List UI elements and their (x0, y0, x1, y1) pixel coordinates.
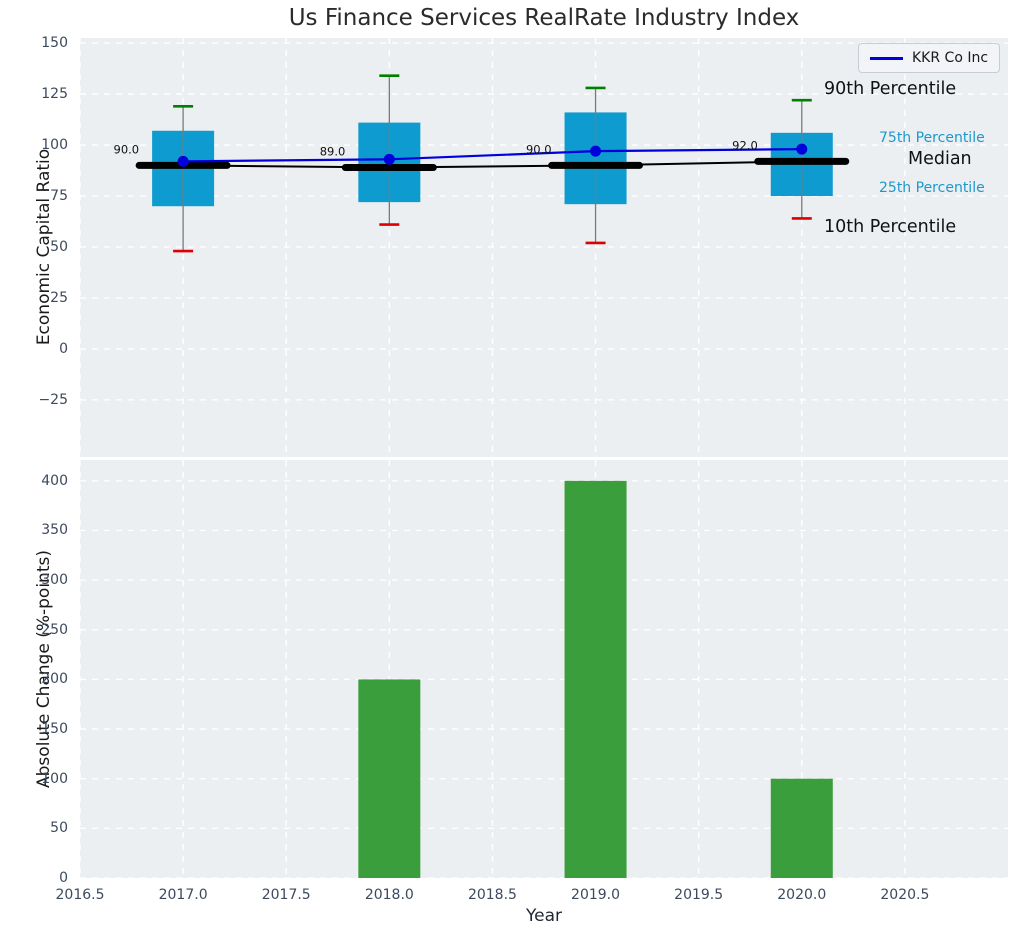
x-tick-label: 2017.0 (145, 886, 221, 904)
y-tick-label: −25 (2, 391, 68, 409)
legend-line-sample (870, 57, 903, 60)
kkr-marker (590, 146, 601, 157)
y-tick-label: 150 (2, 34, 68, 52)
change-bar (358, 679, 420, 878)
y-tick-label: 200 (2, 670, 68, 688)
median-value-annotation: 90.0 (526, 142, 552, 156)
x-tick-label: 2018.5 (454, 886, 530, 904)
kkr-marker (384, 154, 395, 165)
x-tick-label: 2018.0 (351, 886, 427, 904)
top-axes-boxplot-chart: 90.0 89.0 90.0 92.0 KKR Co Inc 90th Percent… (80, 38, 1008, 457)
y-tick-label: 100 (2, 770, 68, 788)
x-tick-label: 2020.0 (764, 886, 840, 904)
y-tick-label: 75 (2, 187, 68, 205)
change-bar (771, 779, 833, 878)
y-tick-label: 100 (2, 136, 68, 154)
label-90th-percentile: 90th Percentile (824, 79, 956, 99)
bottom-axes-bar-chart (80, 460, 1008, 878)
y-tick-label: 350 (2, 521, 68, 539)
boxplot-chart-canvas: 90.0 89.0 90.0 92.0 (80, 38, 1008, 457)
x-tick-label: 2019.5 (661, 886, 737, 904)
x-axis-label: Year (80, 906, 1008, 926)
x-tick-label: 2016.5 (42, 886, 118, 904)
y-tick-label: 250 (2, 621, 68, 639)
median-value-annotation: 90.0 (114, 142, 140, 156)
y-tick-label: 50 (2, 238, 68, 256)
y-tick-label: 50 (2, 819, 68, 837)
median-value-annotation: 92.0 (732, 138, 758, 152)
y-tick-label: 300 (2, 571, 68, 589)
change-bar (565, 481, 627, 878)
bar-chart-canvas (80, 460, 1008, 878)
y-tick-label: 125 (2, 85, 68, 103)
y-tick-label: 25 (2, 289, 68, 307)
label-10th-percentile: 10th Percentile (824, 217, 956, 237)
chart-title: Us Finance Services RealRate Industry In… (80, 5, 1008, 31)
kkr-marker (178, 156, 189, 167)
legend: KKR Co Inc (858, 43, 1000, 73)
median-value-annotation: 89.0 (320, 144, 346, 158)
y-tick-label: 400 (2, 472, 68, 490)
label-75th-percentile: 75th Percentile (879, 130, 985, 146)
legend-label: KKR Co Inc (912, 50, 988, 66)
label-25th-percentile: 25th Percentile (879, 180, 985, 196)
x-tick-label: 2017.5 (248, 886, 324, 904)
industry-index-figure: Us Finance Services RealRate Industry In… (0, 0, 1019, 942)
y-tick-label: 150 (2, 720, 68, 738)
x-tick-label: 2020.5 (867, 886, 943, 904)
x-tick-label: 2019.0 (558, 886, 634, 904)
label-median: Median (908, 149, 972, 169)
y-tick-label: 0 (2, 869, 68, 887)
y-tick-label: 0 (2, 340, 68, 358)
kkr-marker (796, 144, 807, 155)
